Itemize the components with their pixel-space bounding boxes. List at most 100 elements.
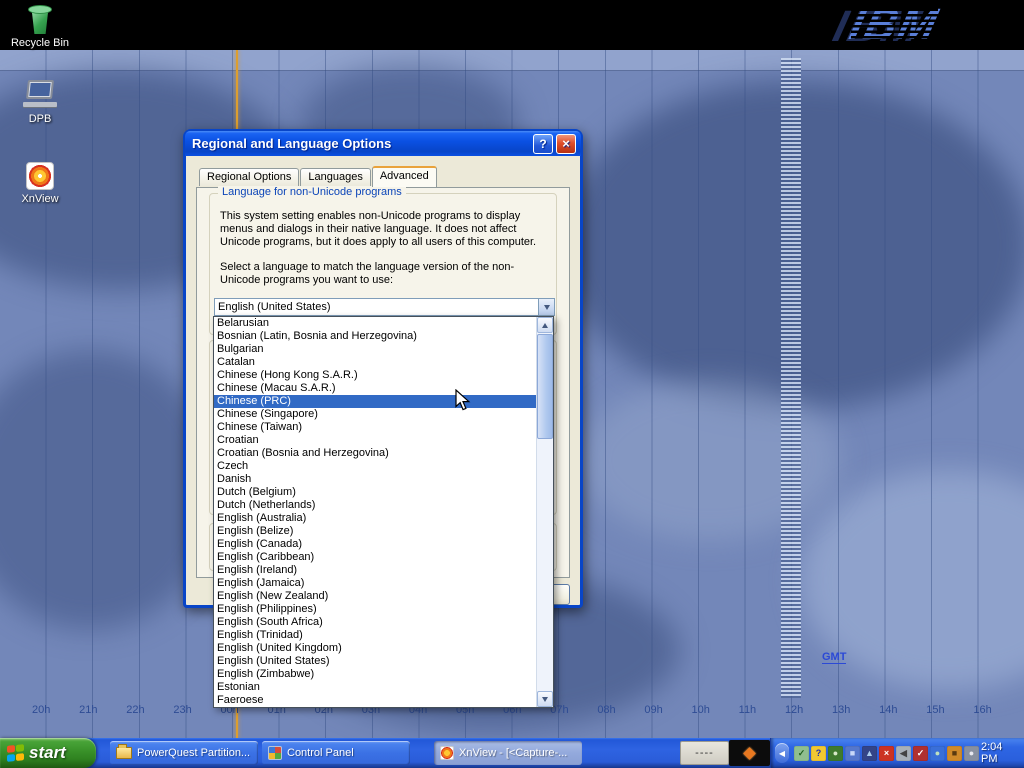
language-option[interactable]: Chinese (Singapore) bbox=[214, 408, 536, 421]
language-option[interactable]: English (Jamaica) bbox=[214, 577, 536, 590]
hardware-icon[interactable]: ✓ bbox=[794, 746, 809, 761]
taskbar: start PowerQuest Partition... Control Pa… bbox=[0, 738, 1024, 768]
scrollbar-thumb[interactable] bbox=[537, 334, 553, 439]
language-option[interactable]: Chinese (Macau S.A.R.) bbox=[214, 382, 536, 395]
language-option[interactable]: English (Canada) bbox=[214, 538, 536, 551]
display-icon[interactable]: ■ bbox=[845, 746, 860, 761]
language-option[interactable]: English (New Zealand) bbox=[214, 590, 536, 603]
tab-languages[interactable]: Languages bbox=[300, 168, 370, 186]
timezone-label: 08h bbox=[597, 704, 615, 716]
language-option[interactable]: Danish bbox=[214, 473, 536, 486]
language-option[interactable]: English (Zimbabwe) bbox=[214, 668, 536, 681]
chevron-down-icon bbox=[542, 697, 548, 702]
language-list: BelarusianBosnian (Latin, Bosnia and Her… bbox=[214, 317, 536, 707]
timezone-label: 22h bbox=[126, 704, 144, 716]
language-option[interactable]: English (Philippines) bbox=[214, 603, 536, 616]
language-option[interactable]: Catalan bbox=[214, 356, 536, 369]
volume-icon[interactable]: ◀ bbox=[896, 746, 911, 761]
timezone-label: 21h bbox=[79, 704, 97, 716]
dialog-title: Regional and Language Options bbox=[192, 136, 391, 151]
language-option[interactable]: Czech bbox=[214, 460, 536, 473]
taskbar-clock[interactable]: 2:04 PM bbox=[981, 741, 1018, 765]
language-option[interactable]: English (United Kingdom) bbox=[214, 642, 536, 655]
language-option[interactable]: Faeroese bbox=[214, 694, 536, 707]
tray-icons: ✓?●■▲×◀✓●■● bbox=[794, 746, 979, 761]
language-option[interactable]: Belarusian bbox=[214, 317, 536, 330]
taskbar-button-label: Control Panel bbox=[287, 747, 354, 759]
taskbar-button-control-panel[interactable]: Control Panel bbox=[262, 741, 410, 765]
timezone-label: 13h bbox=[832, 704, 850, 716]
folder-icon bbox=[116, 747, 132, 759]
language-option[interactable]: Dutch (Belgium) bbox=[214, 486, 536, 499]
language-option[interactable]: English (Australia) bbox=[214, 512, 536, 525]
scroll-up-button[interactable] bbox=[537, 317, 553, 333]
non-unicode-language-group: Language for non-Unicode programs This s… bbox=[209, 193, 557, 335]
desktop-icon-label: DPB bbox=[8, 113, 72, 125]
chevron-down-icon bbox=[544, 305, 550, 310]
combobox-value: English (United States) bbox=[215, 299, 538, 315]
description-text: This system setting enables non-Unicode … bbox=[220, 210, 546, 249]
language-option[interactable]: English (Caribbean) bbox=[214, 551, 536, 564]
dialog-titlebar[interactable]: Regional and Language Options ? × bbox=[185, 131, 581, 156]
alert-icon[interactable]: × bbox=[879, 746, 894, 761]
desktop-icon-xnview[interactable]: XnView bbox=[8, 162, 72, 205]
tray-collapse-button[interactable]: ◀ bbox=[775, 743, 789, 763]
timezone-label: 15h bbox=[926, 704, 944, 716]
scroll-down-button[interactable] bbox=[537, 691, 553, 707]
language-option[interactable]: Bulgarian bbox=[214, 343, 536, 356]
xnview-icon bbox=[440, 746, 454, 760]
tab-regional-options[interactable]: Regional Options bbox=[199, 168, 299, 186]
antivirus-icon[interactable]: ✓ bbox=[913, 746, 928, 761]
language-option[interactable]: English (South Africa) bbox=[214, 616, 536, 629]
taskbar-button-xnview[interactable]: XnView - [<Capture-... bbox=[434, 741, 582, 765]
language-option[interactable]: English (Ireland) bbox=[214, 564, 536, 577]
timezone-label: 10h bbox=[692, 704, 710, 716]
taskbar-button-powerquest[interactable]: PowerQuest Partition... bbox=[110, 741, 258, 765]
language-option[interactable]: Croatian bbox=[214, 434, 536, 447]
desktop-icon-dpb[interactable]: DPB bbox=[8, 80, 72, 125]
start-button[interactable]: start bbox=[0, 738, 96, 768]
taskbar-toolbar[interactable]: ---- bbox=[680, 741, 729, 765]
network-icon[interactable]: ▲ bbox=[862, 746, 877, 761]
timezone-label: 16h bbox=[973, 704, 991, 716]
instruction-text: Select a language to match the language … bbox=[220, 261, 546, 287]
desktop-icon-recycle-bin[interactable]: Recycle Bin bbox=[8, 4, 72, 49]
language-option[interactable]: Chinese (Taiwan) bbox=[214, 421, 536, 434]
ibm-logo: IBM bbox=[851, 0, 938, 50]
language-option[interactable]: Estonian bbox=[214, 681, 536, 694]
power-icon[interactable]: ■ bbox=[947, 746, 962, 761]
control-panel-icon bbox=[268, 746, 282, 760]
language-option[interactable]: English (United States) bbox=[214, 655, 536, 668]
taskbar-black-toolbar[interactable] bbox=[729, 740, 770, 766]
recycle-bin-icon bbox=[27, 4, 53, 34]
language-dropdown-list: BelarusianBosnian (Latin, Bosnia and Her… bbox=[213, 316, 554, 708]
help-button[interactable]: ? bbox=[533, 134, 553, 154]
language-option[interactable]: English (Trinidad) bbox=[214, 629, 536, 642]
start-label: start bbox=[29, 743, 66, 763]
language-option[interactable]: Chinese (PRC) bbox=[214, 395, 536, 408]
language-option[interactable]: Bosnian (Latin, Bosnia and Herzegovina) bbox=[214, 330, 536, 343]
language-option[interactable]: English (Belize) bbox=[214, 525, 536, 538]
language-combobox[interactable]: English (United States) bbox=[214, 298, 555, 316]
mouse-cursor bbox=[455, 389, 477, 413]
close-button[interactable]: × bbox=[556, 134, 576, 154]
xnview-icon bbox=[26, 162, 54, 190]
help-shield-icon[interactable]: ? bbox=[811, 746, 826, 761]
messenger-icon[interactable]: ● bbox=[930, 746, 945, 761]
update-icon[interactable]: ● bbox=[828, 746, 843, 761]
taskbar-button-label: PowerQuest Partition... bbox=[137, 747, 250, 759]
dropdown-scrollbar[interactable] bbox=[536, 317, 553, 707]
scheduler-icon[interactable]: ● bbox=[964, 746, 979, 761]
dateline-hatch-strip bbox=[781, 58, 801, 698]
combobox-dropdown-button[interactable] bbox=[538, 299, 554, 315]
timezone-label: 23h bbox=[173, 704, 191, 716]
language-option[interactable]: Croatian (Bosnia and Herzegovina) bbox=[214, 447, 536, 460]
tab-advanced[interactable]: Advanced bbox=[372, 166, 437, 187]
language-option[interactable]: Dutch (Netherlands) bbox=[214, 499, 536, 512]
timezone-label: 09h bbox=[644, 704, 662, 716]
windows-flag-icon bbox=[7, 744, 24, 762]
desktop-screen: GMT 20h21h22h23h00h01h02h03h04h05h06h07h… bbox=[0, 0, 1024, 768]
language-option[interactable]: Chinese (Hong Kong S.A.R.) bbox=[214, 369, 536, 382]
system-tray: ◀ ✓?●■▲×◀✓●■● 2:04 PM bbox=[770, 738, 1024, 768]
laptop-icon bbox=[22, 80, 58, 110]
